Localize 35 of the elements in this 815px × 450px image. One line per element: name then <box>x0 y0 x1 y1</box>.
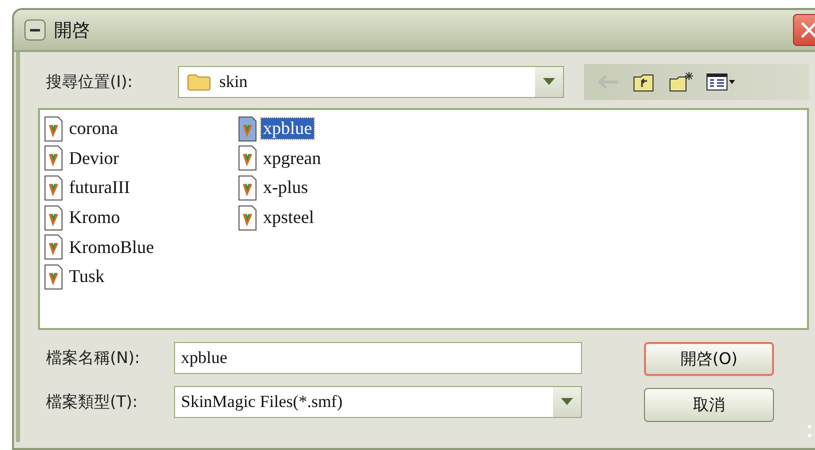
file-item[interactable]: KromoBlue <box>44 232 238 262</box>
dropdown-arrow-icon <box>542 78 555 86</box>
file-item[interactable]: xpgrean <box>238 144 438 174</box>
file-type-dropdown[interactable]: SkinMagic Files(*.smf) <box>174 386 582 418</box>
window-menu-icon[interactable] <box>24 19 46 41</box>
file-item[interactable]: xpblue <box>238 114 438 144</box>
file-icon <box>44 174 64 201</box>
file-icon <box>44 145 64 172</box>
file-icon <box>238 204 258 231</box>
window-title: 開啓 <box>54 19 91 42</box>
file-icon <box>44 116 64 142</box>
file-name-field[interactable]: xpblue <box>174 342 582 374</box>
folder-icon <box>187 73 212 91</box>
file-name-label: 檔案名稱(N): <box>45 348 141 368</box>
file-icon <box>44 234 64 260</box>
file-item[interactable]: futuraIII <box>44 173 238 203</box>
file-item[interactable]: xpsteel <box>238 202 438 232</box>
dropdown-arrow-icon <box>561 398 573 406</box>
look-in-label: 搜尋位置(I): <box>45 72 134 92</box>
file-icon <box>44 204 64 231</box>
file-type-label: 檔案類型(T): <box>45 392 139 412</box>
file-icon <box>44 264 64 290</box>
file-item[interactable]: Tusk <box>44 262 238 292</box>
file-item[interactable]: Devior <box>44 144 238 174</box>
file-icon <box>238 145 258 172</box>
look-in-dropdown[interactable]: skin <box>178 66 564 98</box>
file-icon <box>238 174 258 201</box>
file-item[interactable]: corona <box>44 114 238 144</box>
open-button[interactable]: 開啓(O) <box>644 342 774 376</box>
file-item[interactable]: x-plus <box>238 173 438 203</box>
new-folder-icon[interactable] <box>668 71 694 93</box>
file-icon <box>238 116 258 142</box>
cancel-button[interactable]: 取消 <box>644 388 774 422</box>
view-menu-icon[interactable] <box>706 72 736 92</box>
file-item[interactable]: Kromo <box>44 202 238 232</box>
